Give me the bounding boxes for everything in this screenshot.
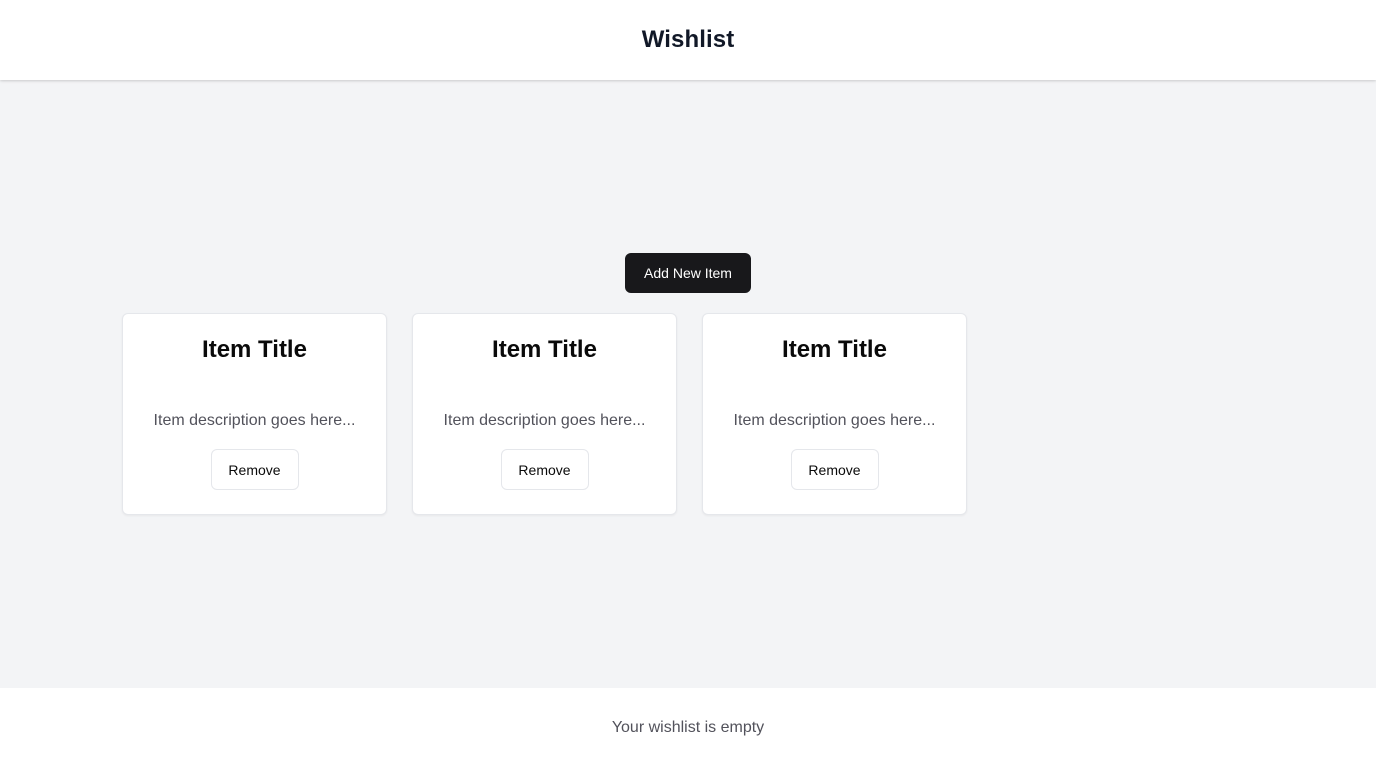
item-title: Item Title xyxy=(202,336,307,363)
wishlist-items: Item Title Item description goes here...… xyxy=(122,313,967,515)
remove-item-button[interactable]: Remove xyxy=(210,449,299,490)
wishlist-main: Add New Item Item Title Item description… xyxy=(0,80,1376,688)
add-new-item-button[interactable]: Add New Item xyxy=(625,253,751,293)
remove-item-button[interactable]: Remove xyxy=(500,449,589,490)
page-title: Wishlist xyxy=(641,26,735,53)
item-title: Item Title xyxy=(492,336,597,363)
item-description: Item description goes here... xyxy=(443,412,646,429)
wishlist-item-card: Item Title Item description goes here...… xyxy=(412,313,677,515)
item-title: Item Title xyxy=(782,336,887,363)
app-footer: Your wishlist is empty xyxy=(0,688,1376,768)
item-description: Item description goes here... xyxy=(733,412,936,429)
wishlist-status: Your wishlist is empty xyxy=(611,719,765,736)
wishlist-item-card: Item Title Item description goes here...… xyxy=(122,313,387,515)
remove-item-button[interactable]: Remove xyxy=(790,449,879,490)
app-header: Wishlist xyxy=(0,0,1376,80)
wishlist-item-card: Item Title Item description goes here...… xyxy=(702,313,967,515)
item-description: Item description goes here... xyxy=(153,412,356,429)
